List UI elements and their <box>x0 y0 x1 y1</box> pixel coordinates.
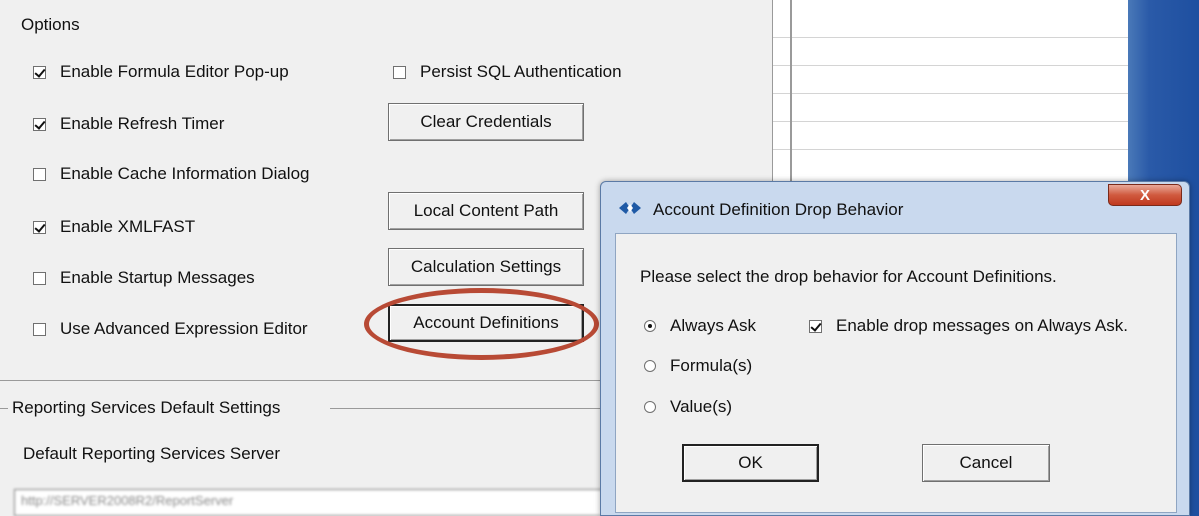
dialog-prompt: Please select the drop behavior for Acco… <box>640 267 1057 286</box>
local-content-path-button[interactable]: Local Content Path <box>388 192 584 230</box>
checkbox-label: Use Advanced Expression Editor <box>60 319 308 338</box>
radio-button[interactable] <box>644 320 656 332</box>
checkbox-box[interactable] <box>33 322 46 336</box>
group-border <box>330 408 610 409</box>
enable-xmlfast-checkbox[interactable]: Enable XMLFAST <box>33 217 195 237</box>
enable-formula-editor-checkbox[interactable]: Enable Formula Editor Pop-up <box>33 62 289 82</box>
close-button[interactable]: X <box>1108 184 1182 206</box>
ok-button[interactable]: OK <box>682 444 819 482</box>
checkbox-box[interactable] <box>809 319 822 333</box>
account-definition-dialog: Account Definition Drop Behavior X Pleas… <box>600 181 1190 516</box>
grid-line <box>773 37 1129 38</box>
default-server-label: Default Reporting Services Server <box>23 444 281 463</box>
cancel-button[interactable]: Cancel <box>922 444 1050 482</box>
dialog-title: Account Definition Drop Behavior <box>653 200 904 219</box>
default-server-input[interactable]: http://SERVER2008R2/ReportServer <box>14 489 610 516</box>
checkbox-label: Enable Refresh Timer <box>60 114 225 133</box>
calculation-settings-button[interactable]: Calculation Settings <box>388 248 584 286</box>
account-definitions-button[interactable]: Account Definitions <box>388 304 584 342</box>
radio-always-ask[interactable]: Always Ask <box>644 316 756 336</box>
close-icon: X <box>1139 186 1150 204</box>
enable-startup-messages-checkbox[interactable]: Enable Startup Messages <box>33 268 255 288</box>
radio-label: Always Ask <box>670 316 756 335</box>
checkbox-label: Enable XMLFAST <box>60 217 196 236</box>
reporting-group-title: Reporting Services Default Settings <box>8 398 287 418</box>
grid-line <box>773 121 1129 122</box>
persist-sql-authentication-checkbox[interactable]: Persist SQL Authentication <box>393 62 622 82</box>
grid-line <box>773 149 1129 150</box>
checkbox-box[interactable] <box>33 271 46 285</box>
checkbox-box[interactable] <box>393 65 406 79</box>
radio-values[interactable]: Value(s) <box>644 397 732 417</box>
checkbox-box[interactable] <box>33 167 46 181</box>
radio-formulas[interactable]: Formula(s) <box>644 356 752 376</box>
checkbox-box[interactable] <box>33 117 46 131</box>
checkbox-label: Enable drop messages on Always Ask. <box>836 316 1128 335</box>
dialog-titlebar[interactable]: Account Definition Drop Behavior X <box>601 182 1189 230</box>
options-group-title: Options <box>17 15 84 35</box>
enable-cache-info-checkbox[interactable]: Enable Cache Information Dialog <box>33 164 309 184</box>
checkbox-label: Enable Formula Editor Pop-up <box>60 62 289 81</box>
use-advanced-expression-editor-checkbox[interactable]: Use Advanced Expression Editor <box>33 319 308 339</box>
radio-label: Value(s) <box>670 397 733 416</box>
radio-label: Formula(s) <box>670 356 753 375</box>
checkbox-box[interactable] <box>33 220 46 234</box>
checkbox-label: Persist SQL Authentication <box>420 62 622 81</box>
enable-refresh-timer-checkbox[interactable]: Enable Refresh Timer <box>33 114 224 134</box>
checkbox-label: Enable Startup Messages <box>60 268 255 287</box>
checkbox-box[interactable] <box>33 65 46 79</box>
group-border <box>0 408 8 409</box>
app-logo-icon <box>619 202 641 214</box>
grid-line <box>773 93 1129 94</box>
checkbox-label: Enable Cache Information Dialog <box>60 164 310 183</box>
radio-button[interactable] <box>644 401 656 413</box>
grid-line <box>773 65 1129 66</box>
dialog-body: Please select the drop behavior for Acco… <box>615 233 1177 513</box>
radio-button[interactable] <box>644 360 656 372</box>
clear-credentials-button[interactable]: Clear Credentials <box>388 103 584 141</box>
enable-drop-messages-checkbox[interactable]: Enable drop messages on Always Ask. <box>809 316 1128 336</box>
